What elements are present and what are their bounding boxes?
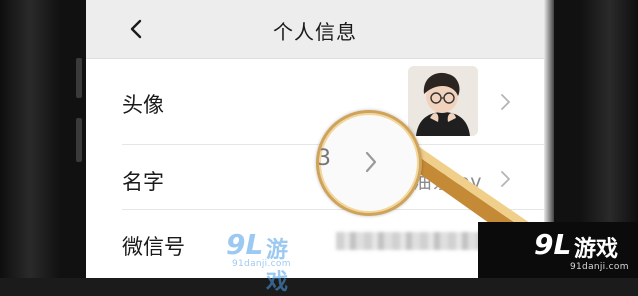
watermark-site: 91danji.com [570,262,629,272]
watermark-logo: 9L [226,228,264,261]
magnifier-lens: 3 [316,110,422,216]
watermark-site: 91danji.com [232,259,291,269]
watermark-panel: 9L 游戏 91danji.com [478,222,638,278]
magnified-chevron-right-icon [365,151,377,173]
watermark-logo: 9L [534,228,572,261]
magnified-text-fragment: 3 [317,146,331,171]
watermark-name: 游戏 [574,237,619,262]
